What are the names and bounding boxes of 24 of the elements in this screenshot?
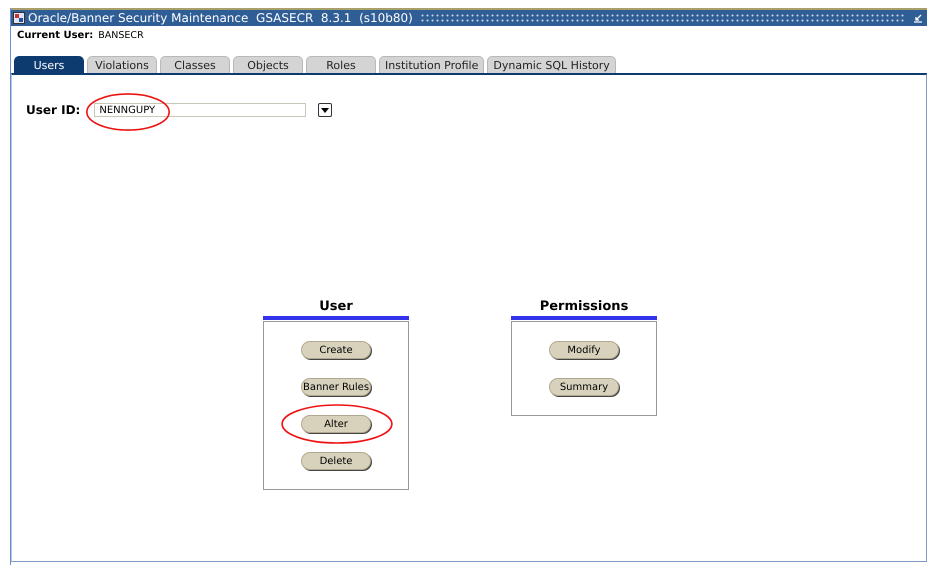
tab[interactable]: Violations: [87, 56, 157, 73]
app-icon: [13, 12, 25, 24]
tab[interactable]: Objects: [233, 56, 303, 73]
user-id-field[interactable]: NENNGUPY: [94, 103, 306, 117]
group-title: User: [318, 299, 354, 314]
tab[interactable]: Classes: [160, 56, 230, 73]
action-button[interactable]: Summary: [549, 378, 619, 396]
group-title: Permissions: [538, 299, 630, 314]
current-user-label: Current User:: [17, 30, 94, 41]
action-button[interactable]: Banner Rules: [301, 378, 371, 396]
action-button[interactable]: Modify: [549, 341, 619, 359]
action-button[interactable]: Create: [301, 341, 371, 359]
action-button[interactable]: Alter: [301, 415, 371, 433]
tab[interactable]: Users: [14, 56, 84, 73]
dropdown-button[interactable]: [318, 103, 332, 117]
caret-icon: [321, 108, 330, 112]
user-id-label: User ID:: [26, 103, 80, 117]
current-user-value: BANSECR: [98, 30, 144, 41]
tab[interactable]: Dynamic SQL History: [487, 56, 616, 73]
minimize-icon[interactable]: [913, 13, 923, 23]
tab[interactable]: Institution Profile: [379, 56, 484, 73]
window-title: Oracle/Banner Security Maintenance GSASECR 8.3.1 (s10b80): [28, 11, 413, 25]
action-button[interactable]: Delete: [301, 452, 371, 470]
tab[interactable]: Roles: [306, 56, 376, 73]
